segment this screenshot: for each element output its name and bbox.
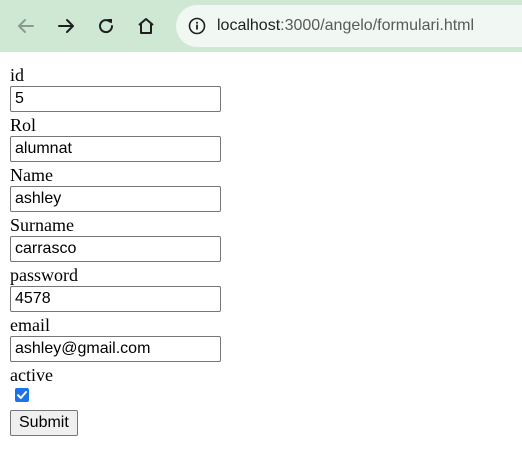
active-checkbox[interactable] bbox=[15, 388, 29, 402]
rol-input[interactable] bbox=[10, 136, 221, 162]
home-icon bbox=[138, 18, 154, 34]
email-input[interactable] bbox=[10, 336, 221, 362]
password-input[interactable] bbox=[10, 286, 221, 312]
reload-icon bbox=[99, 19, 114, 34]
back-button[interactable] bbox=[10, 10, 42, 42]
label-name: Name bbox=[10, 165, 53, 185]
label-email: email bbox=[10, 315, 50, 335]
browser-toolbar: localhost:3000/angelo/formulari.html bbox=[0, 0, 522, 52]
address-bar[interactable]: localhost:3000/angelo/formulari.html bbox=[176, 5, 522, 47]
label-surname: Surname bbox=[10, 215, 74, 235]
info-icon[interactable] bbox=[188, 17, 206, 35]
url-host: localhost bbox=[217, 17, 281, 34]
label-password: password bbox=[10, 265, 78, 285]
url-text: localhost:3000/angelo/formulari.html bbox=[217, 17, 474, 35]
user-form: id Rol Name Surname password email activ… bbox=[10, 64, 510, 436]
label-id: id bbox=[10, 65, 25, 85]
arrow-right-icon bbox=[58, 19, 74, 33]
surname-input[interactable] bbox=[10, 236, 221, 262]
label-active: active bbox=[10, 365, 53, 385]
name-input[interactable] bbox=[10, 186, 221, 212]
reload-button[interactable] bbox=[90, 10, 122, 42]
id-input[interactable] bbox=[10, 86, 221, 112]
checkmark-icon bbox=[17, 391, 27, 399]
forward-button[interactable] bbox=[50, 10, 82, 42]
url-path: :3000/angelo/formulari.html bbox=[280, 17, 475, 34]
submit-button[interactable]: Submit bbox=[10, 410, 78, 436]
label-rol: Rol bbox=[10, 115, 37, 135]
active-checkbox-wrap bbox=[15, 388, 510, 406]
arrow-left-icon bbox=[18, 19, 34, 33]
home-button[interactable] bbox=[130, 10, 162, 42]
